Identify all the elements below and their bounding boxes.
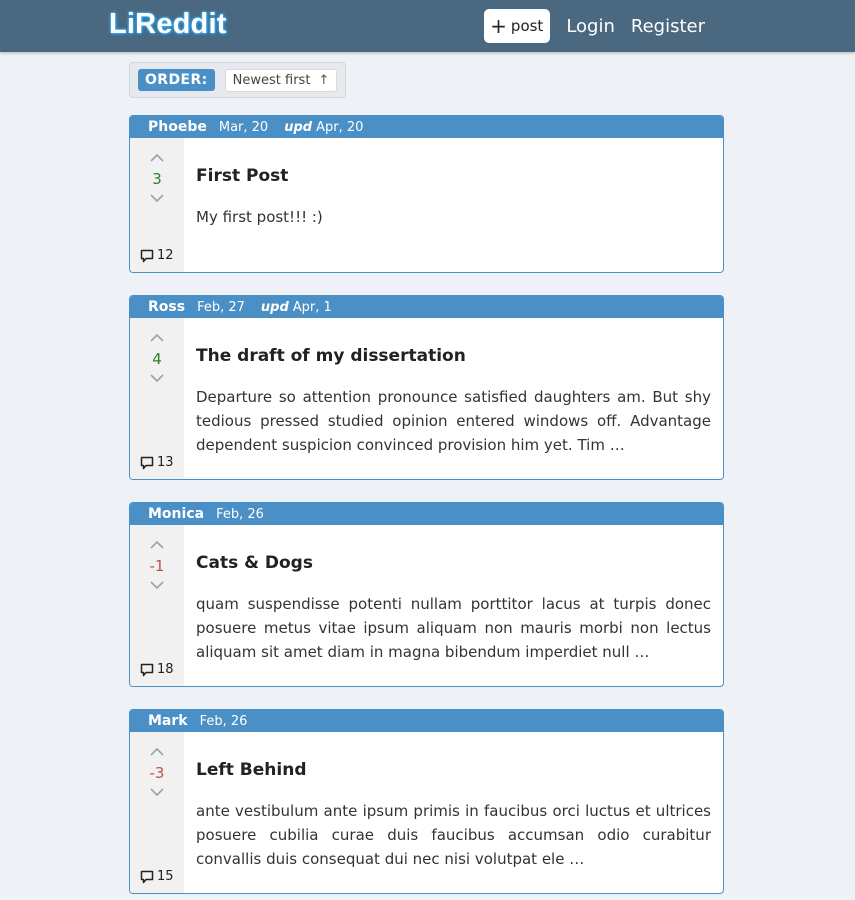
post-updated-date: Apr, 1	[292, 299, 332, 315]
app-logo[interactable]: LiReddit	[109, 8, 227, 41]
post-header: Monica Feb, 26	[130, 503, 723, 525]
post-header: Mark Feb, 26	[130, 710, 723, 732]
comment-count[interactable]: 12	[140, 248, 174, 263]
chevron-down-icon[interactable]	[149, 578, 165, 594]
comment-count[interactable]: 15	[140, 869, 174, 884]
post-title[interactable]: The draft of my dissertation	[196, 346, 711, 366]
post-text: ante vestibulum ante ipsum primis in fau…	[196, 802, 711, 868]
chevron-up-icon[interactable]	[149, 537, 165, 553]
chevron-down-icon[interactable]	[149, 371, 165, 387]
order-select[interactable]: Newest first ↑	[224, 68, 338, 92]
post-body: 3 12 First Post My first post!!! :)	[130, 138, 723, 272]
comment-icon	[140, 663, 154, 676]
post-author[interactable]: Ross	[148, 299, 185, 315]
comment-count-value: 18	[157, 662, 174, 677]
comment-count[interactable]: 18	[140, 662, 174, 677]
comment-icon	[140, 249, 154, 262]
post-title[interactable]: Left Behind	[196, 760, 711, 780]
post-text: quam suspendisse potenti nullam porttito…	[196, 595, 711, 661]
post-updated-label: upd	[260, 299, 289, 315]
post-content: The draft of my dissertation Departure s…	[184, 318, 723, 479]
post-author[interactable]: Mark	[148, 713, 188, 729]
nav-actions: + post Login Register	[484, 9, 705, 43]
post-date: Mar, 20	[218, 119, 269, 135]
post-card: Mark Feb, 26 -3 15 Left Behind ante vest…	[129, 709, 724, 894]
order-label: ORDER:	[138, 69, 215, 91]
main-content: ORDER: Newest first ↑	[129, 62, 724, 98]
chevron-down-icon[interactable]	[149, 785, 165, 801]
post-card: Phoebe Mar, 20 upd Apr, 20 3 12 First Po…	[129, 115, 724, 273]
post-score: 4	[152, 350, 162, 368]
vote-column: -3 15	[130, 732, 184, 893]
vote-column: -1 18	[130, 525, 184, 686]
post-body: 4 13 The draft of my dissertation Depart…	[130, 318, 723, 479]
post-updated-label: upd	[284, 119, 313, 135]
post-title[interactable]: First Post	[196, 166, 711, 186]
navbar: LiReddit + post Login Register	[0, 0, 855, 52]
comment-icon	[140, 456, 154, 469]
comment-icon	[140, 870, 154, 883]
post-content: First Post My first post!!! :)	[184, 138, 723, 272]
vote-column: 3 12	[130, 138, 184, 272]
post-text: My first post!!! :)	[196, 208, 323, 226]
post-date: Feb, 26	[199, 713, 248, 729]
post-author[interactable]: Monica	[148, 506, 204, 522]
vote-column: 4 13	[130, 318, 184, 479]
post-content: Cats & Dogs quam suspendisse potenti nul…	[184, 525, 723, 686]
chevron-up-icon[interactable]	[149, 744, 165, 760]
post-score: 3	[152, 170, 162, 188]
plus-icon: +	[490, 14, 507, 38]
post-score: -3	[149, 764, 165, 782]
comment-count[interactable]: 13	[140, 455, 174, 470]
arrow-up-icon: ↑	[318, 72, 330, 88]
chevron-up-icon[interactable]	[149, 150, 165, 166]
post-date: Feb, 27	[197, 299, 245, 315]
comment-count-value: 15	[157, 869, 174, 884]
post-header: Ross Feb, 27 upd Apr, 1	[130, 296, 723, 318]
post-updated-date: Apr, 20	[316, 119, 364, 135]
create-post-label: post	[510, 17, 544, 35]
order-select-value: Newest first	[232, 72, 311, 88]
chevron-up-icon[interactable]	[149, 330, 165, 346]
post-content: Left Behind ante vestibulum ante ipsum p…	[184, 732, 723, 893]
post-card: Monica Feb, 26 -1 18 Cats & Dogs quam su…	[129, 502, 724, 687]
comment-count-value: 13	[157, 455, 174, 470]
post-score: -1	[149, 557, 165, 575]
login-link[interactable]: Login	[566, 16, 615, 37]
post-body: -3 15 Left Behind ante vestibulum ante i…	[130, 732, 723, 893]
post-author[interactable]: Phoebe	[148, 119, 207, 135]
post-title[interactable]: Cats & Dogs	[196, 553, 711, 573]
chevron-down-icon[interactable]	[149, 191, 165, 207]
order-control: ORDER: Newest first ↑	[129, 62, 347, 98]
post-text: Departure so attention pronounce satisfi…	[196, 388, 711, 454]
comment-count-value: 12	[157, 248, 174, 263]
register-link[interactable]: Register	[631, 16, 705, 37]
post-body: -1 18 Cats & Dogs quam suspendisse poten…	[130, 525, 723, 686]
post-date: Feb, 26	[216, 506, 264, 522]
post-header: Phoebe Mar, 20 upd Apr, 20	[130, 116, 723, 138]
post-card: Ross Feb, 27 upd Apr, 1 4 13 The draft o…	[129, 295, 724, 480]
create-post-button[interactable]: + post	[484, 9, 551, 43]
